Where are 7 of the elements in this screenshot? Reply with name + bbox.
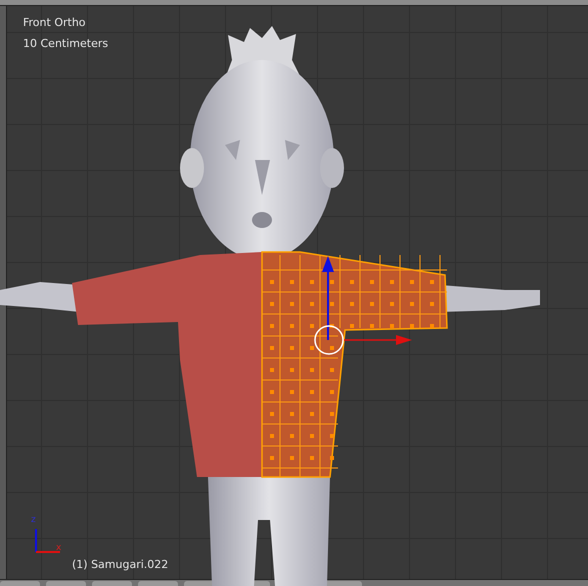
scale-label: 10 Centimeters xyxy=(23,37,108,50)
object-label: (1) Samugari.022 xyxy=(72,558,168,571)
transform-gizmo[interactable] xyxy=(314,256,412,355)
axis-icon xyxy=(35,529,60,553)
axis-z-label: z xyxy=(31,515,36,525)
view-name: Front Ortho xyxy=(23,16,86,29)
axis-x-label: x xyxy=(56,543,62,553)
